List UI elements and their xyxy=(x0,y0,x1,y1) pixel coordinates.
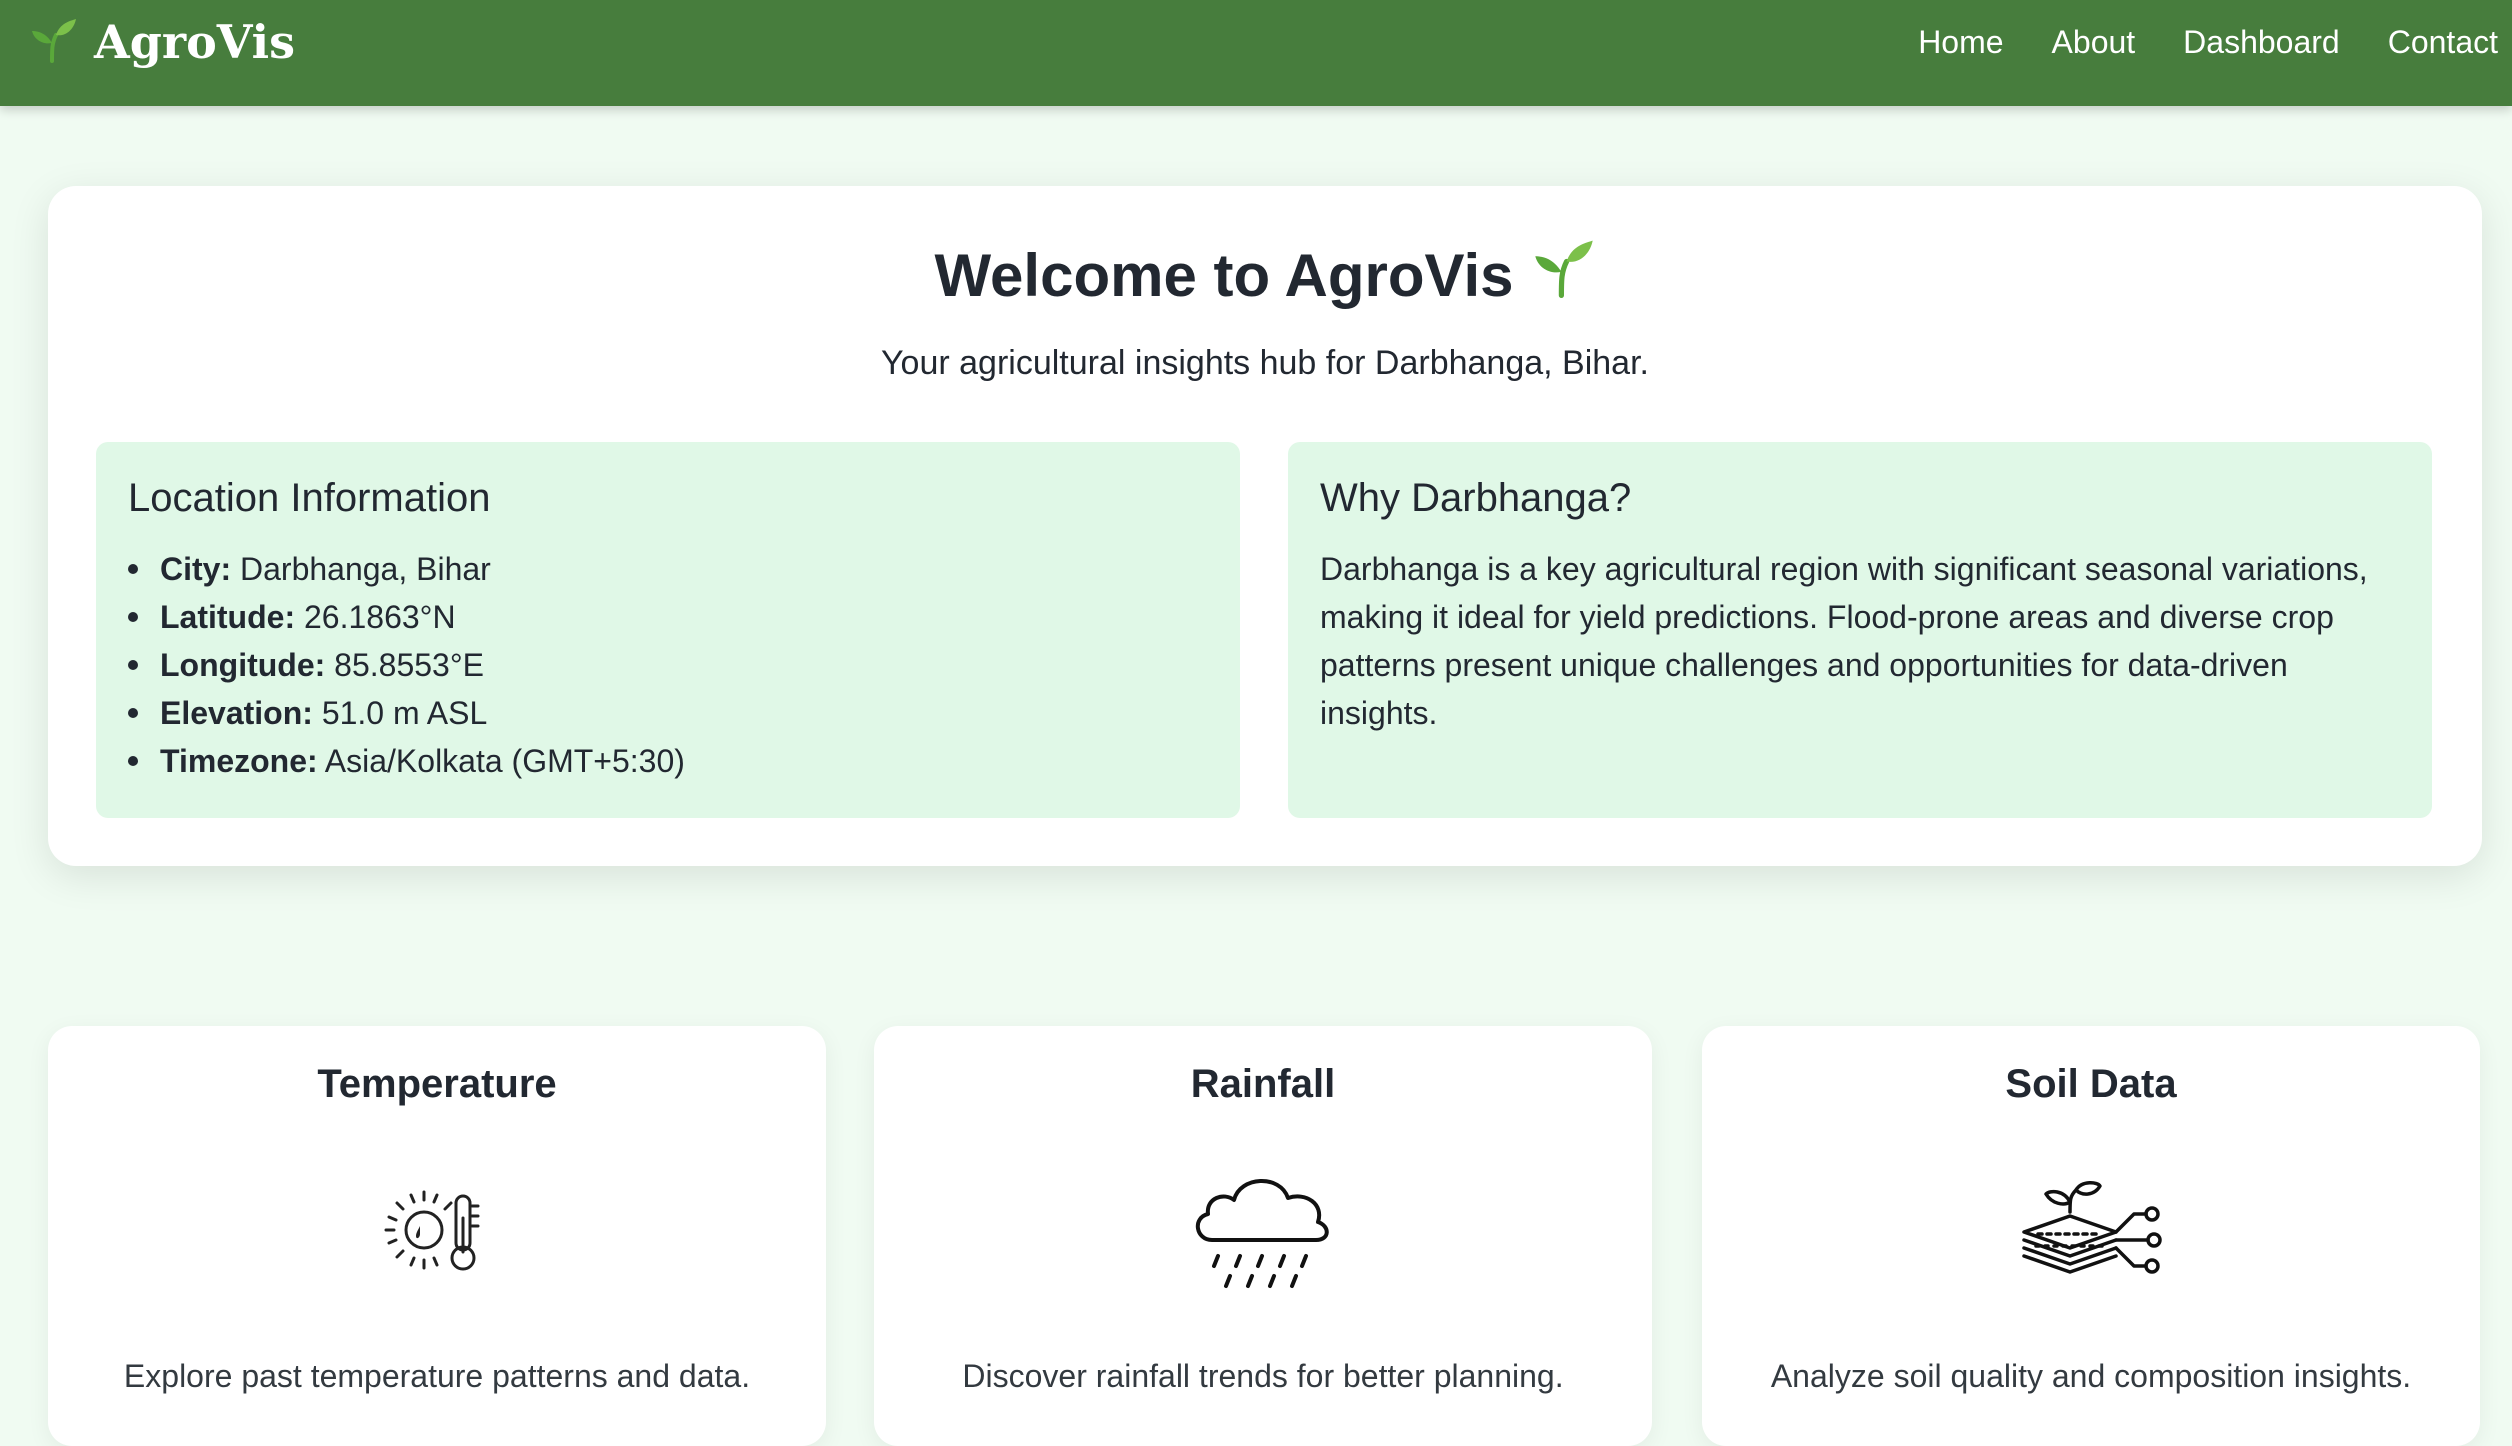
soil-data-card-title: Soil Data xyxy=(2005,1062,2177,1106)
welcome-card: Welcome to AgroVis Your agricultural ins… xyxy=(48,186,2482,866)
list-item: Longitude: 85.8553°E xyxy=(128,641,1208,689)
temperature-card-description: Explore past temperature patterns and da… xyxy=(123,1358,751,1394)
nav-link-contact[interactable]: Contact xyxy=(2388,24,2498,61)
list-item: City: Darbhanga, Bihar xyxy=(128,545,1208,593)
rainfall-card[interactable]: Rainfall Discover rainfall trends for be… xyxy=(874,1026,1652,1446)
temperature-card[interactable]: Temperature Explore past temperature pat… xyxy=(48,1026,826,1446)
nav-link-about[interactable]: About xyxy=(2052,24,2136,61)
why-darbhanga-heading: Why Darbhanga? xyxy=(1320,476,1632,520)
latitude-value: 26.1863°N xyxy=(303,599,456,635)
page-title-text: Welcome to AgroVis xyxy=(934,241,1514,309)
list-item: Elevation: 51.0 m ASL xyxy=(128,689,1208,737)
nav-links: Home About Dashboard Contact xyxy=(1918,24,2498,61)
soil-data-card-description: Analyze soil quality and composition ins… xyxy=(1770,1358,2412,1394)
rainfall-card-description: Discover rainfall trends for better plan… xyxy=(962,1358,1564,1394)
why-darbhanga-text: Darbhanga is a key agricultural region w… xyxy=(1320,551,2368,731)
location-info-heading: Location Information xyxy=(128,476,491,520)
location-info-list: City: Darbhanga, Bihar Latitude: 26.1863… xyxy=(128,545,1208,785)
rain-cloud-icon xyxy=(1188,1158,1338,1308)
brand-logo[interactable]: AgroVis xyxy=(30,15,295,69)
list-item: Latitude: 26.1863°N xyxy=(128,593,1208,641)
temperature-card-title: Temperature xyxy=(317,1062,557,1106)
nav-link-dashboard[interactable]: Dashboard xyxy=(2183,24,2340,61)
longitude-label: Longitude: xyxy=(160,647,326,683)
page-subtitle: Your agricultural insights hub for Darbh… xyxy=(881,344,1649,382)
location-info-panel: Location Information City: Darbhanga, Bi… xyxy=(96,442,1240,818)
soil-layers-icon xyxy=(2016,1158,2166,1308)
timezone-value: Asia/Kolkata (GMT+5:30) xyxy=(324,743,685,779)
seedling-icon xyxy=(1532,238,1596,312)
brand-name: AgroVis xyxy=(94,15,296,69)
elevation-value: 51.0 m ASL xyxy=(321,695,488,731)
list-item: Timezone: Asia/Kolkata (GMT+5:30) xyxy=(128,737,1208,785)
city-value: Darbhanga, Bihar xyxy=(240,551,491,587)
why-darbhanga-panel: Why Darbhanga? Darbhanga is a key agricu… xyxy=(1288,442,2432,818)
seedling-icon xyxy=(30,17,78,68)
temperature-icon xyxy=(362,1158,512,1308)
latitude-label: Latitude: xyxy=(160,599,296,635)
nav-link-home[interactable]: Home xyxy=(1918,24,2003,61)
navbar: AgroVis Home About Dashboard Contact xyxy=(0,0,2512,106)
elevation-label: Elevation: xyxy=(160,695,313,731)
timezone-label: Timezone: xyxy=(160,743,318,779)
page-title: Welcome to AgroVis xyxy=(48,238,2482,312)
soil-data-card[interactable]: Soil Data Analyze soil quality and compo… xyxy=(1702,1026,2480,1446)
rainfall-card-title: Rainfall xyxy=(1190,1062,1336,1106)
longitude-value: 85.8553°E xyxy=(334,647,484,683)
city-label: City: xyxy=(160,551,232,587)
